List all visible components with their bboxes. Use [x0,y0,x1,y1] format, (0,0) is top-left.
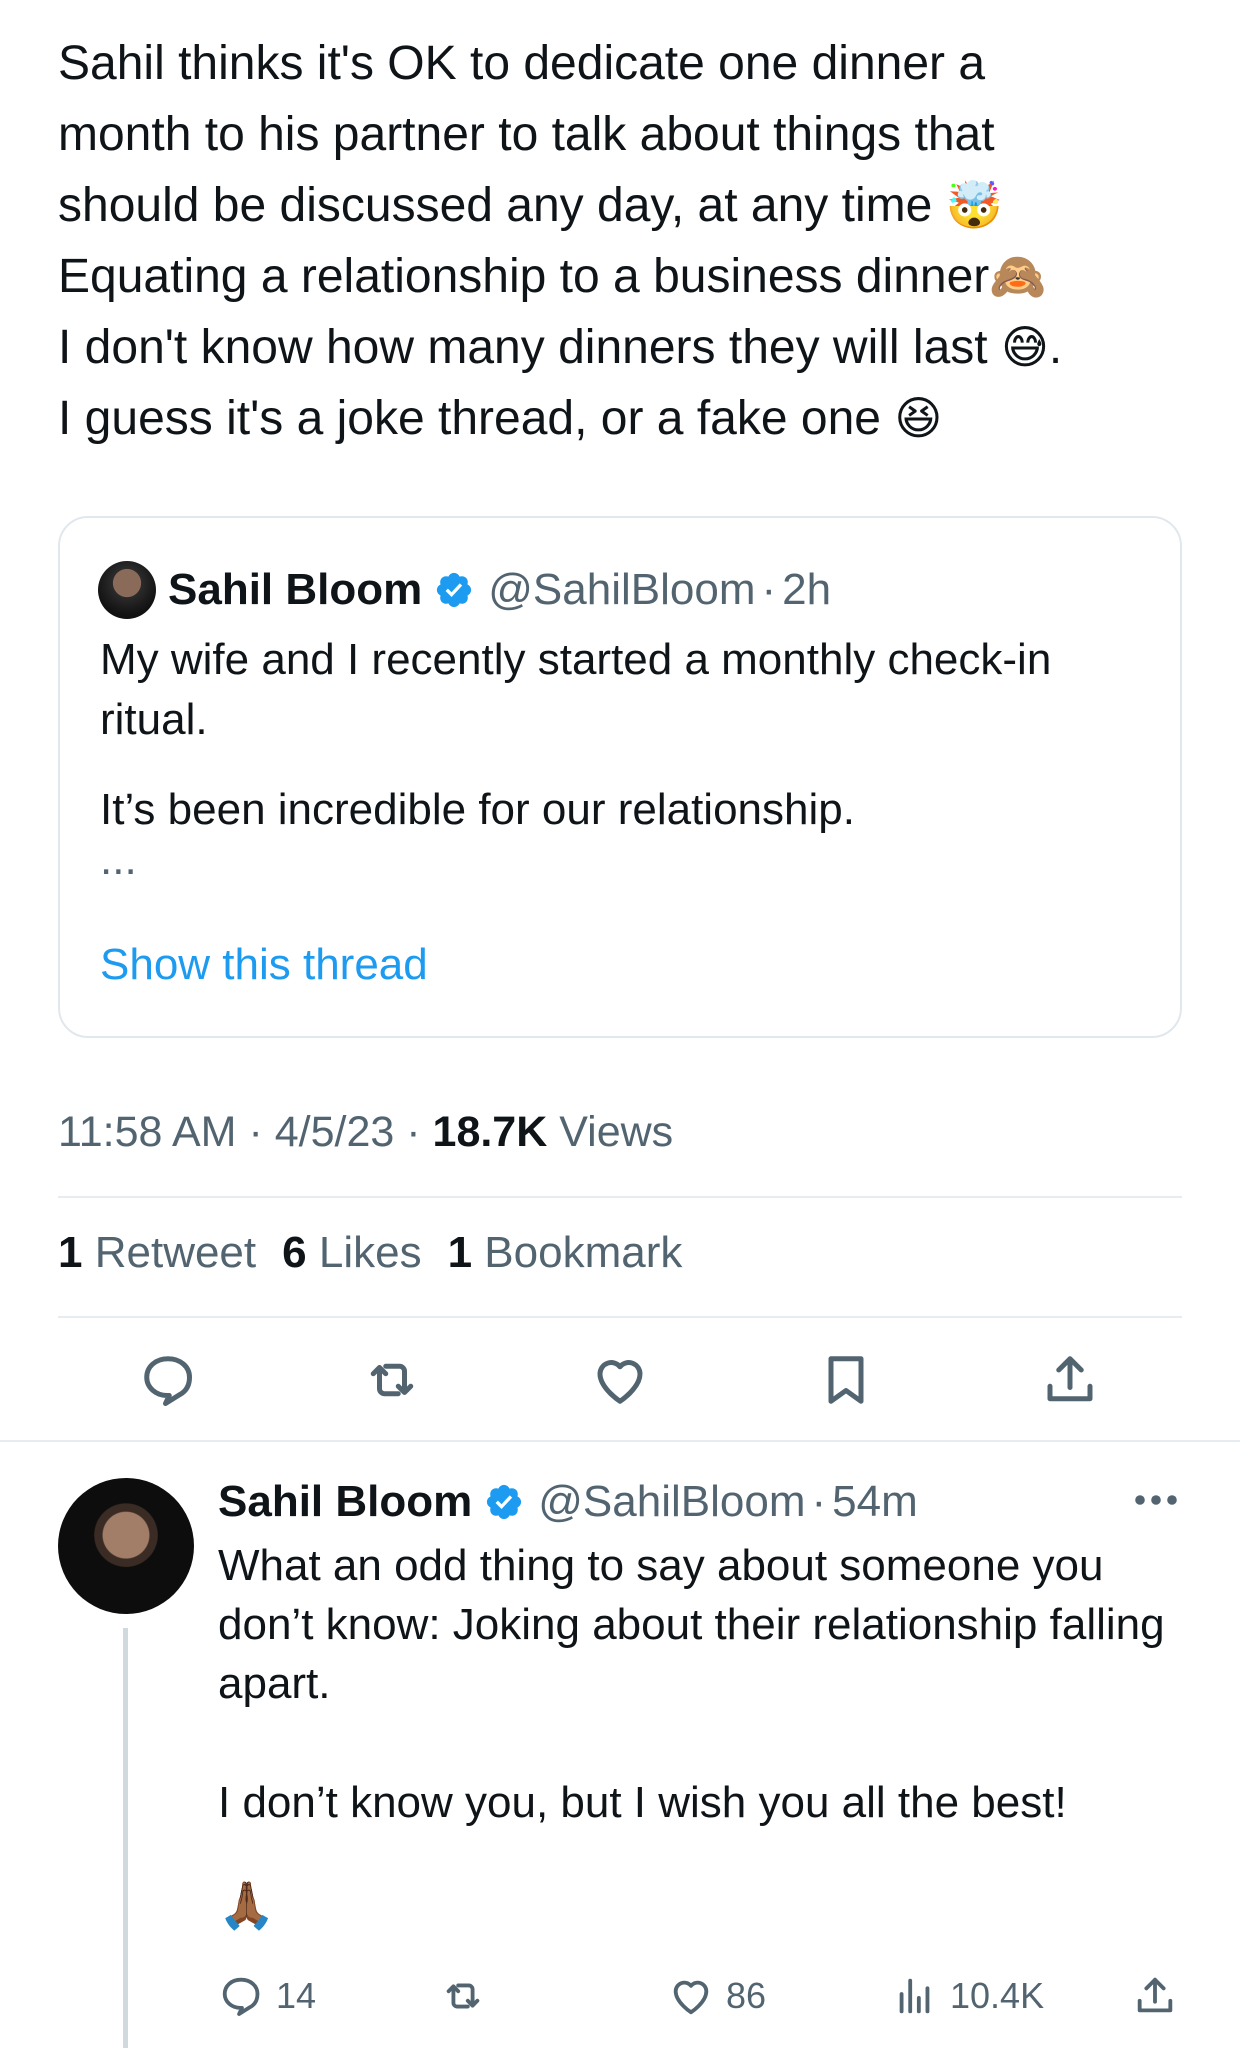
likes-label: Likes [318,1228,422,1277]
reply-action-bar: 14 86 10.4K [0,1966,1240,2036]
retweet-button[interactable] [440,1966,486,2026]
reply-body-line-2: I don’t know you, but I wish you all the… [218,1778,1067,1827]
tweet-meta: 11:58 AM · 4/5/23 · 18.7K Views [58,1108,673,1157]
share-icon[interactable] [1040,1350,1100,1410]
avatar[interactable] [98,561,156,619]
quoted-author-handle[interactable]: @SahilBloom [488,565,755,615]
views-button[interactable]: 10.4K [892,1966,1044,2026]
exploding-head-emoji: 🤯 [945,178,1003,232]
tweet-line-1: Sahil thinks it's OK to dedicate one din… [58,37,986,90]
reply-tweet[interactable]: Sahil Bloom @SahilBloom · 54m What an od… [0,1446,1240,2048]
meta-sep-2: · [406,1108,421,1156]
verified-badge-icon [437,572,472,608]
reply-icon[interactable] [138,1350,198,1410]
more-icon[interactable] [1134,1488,1178,1512]
retweets-stat[interactable]: 1 Retweet [58,1228,256,1278]
bookmark-icon[interactable] [816,1350,876,1410]
reply-button[interactable]: 14 [218,1966,316,2026]
tweet-line-2: month to his partner to talk about thing… [58,108,995,161]
views-label[interactable]: Views [559,1108,673,1156]
tweet-text: Sahil thinks it's OK to dedicate one din… [58,28,1198,454]
share-icon [1137,1977,1173,2013]
retweets-count: 1 [58,1228,83,1277]
separator-dot: · [761,565,777,614]
bookmarks-stat[interactable]: 1 Bookmark [448,1228,683,1278]
quoted-body-line-1: My wife and I recently started a monthly… [100,635,1052,744]
quoted-ellipsis: ... [100,835,137,884]
divider [0,1440,1240,1442]
avatar[interactable] [58,1478,194,1614]
tweet-line-4-text: Equating a relationship to a business di… [58,250,990,303]
tweet-line-5: I don't know how many dinners they will … [58,312,1198,383]
likes-count: 6 [282,1228,307,1277]
verified-badge-icon [487,1484,522,1520]
like-count: 86 [726,1975,767,2016]
likes-stat[interactable]: 6 Likes [282,1228,421,1278]
meta-sep-1: · [248,1108,263,1156]
quoted-author-name[interactable]: Sahil Bloom [168,565,422,615]
views-count: 18.7K [432,1108,548,1156]
divider [58,1316,1182,1318]
reply-body-line-1: What an odd thing to say about someone y… [218,1541,1165,1708]
tweet-line-6: I guess it's a joke thread, or a fake on… [58,383,1198,454]
tweet-line-4: Equating a relationship to a business di… [58,241,1198,312]
reply-author-name[interactable]: Sahil Bloom [218,1477,472,1527]
quoted-tweet-card[interactable]: Sahil Bloom @SahilBloom · 2h My wife and… [58,516,1182,1038]
bookmarks-count: 1 [447,1228,473,1277]
like-button[interactable]: 86 [668,1966,766,2026]
reply-header: Sahil Bloom @SahilBloom · 54m [218,1472,918,1532]
show-thread-link[interactable]: Show this thread [100,940,428,990]
tweet-time[interactable]: 11:58 AM [58,1108,237,1156]
tweet-line-3: should be discussed any day, at any time… [58,170,1198,241]
like-icon [673,1980,709,2015]
quoted-tweet-body: My wife and I recently started a monthly… [100,630,1160,884]
sweat-smile-emoji: 😅 [1000,320,1049,374]
quoted-timestamp[interactable]: 2h [782,565,831,615]
tweet-line-5-text: I don't know how many dinners they will … [58,321,988,374]
laughing-emoji: 😆 [894,391,943,445]
tweet-line-3-text: should be discussed any day, at any time [58,179,933,232]
views-count: 10.4K [950,1975,1045,2016]
see-no-evil-emoji: 🙈 [989,249,1047,303]
quoted-tweet-header: Sahil Bloom @SahilBloom · 2h [98,560,831,620]
tweet-action-bar [0,1350,1240,1420]
views-icon [899,1978,930,2014]
like-icon[interactable] [590,1350,650,1410]
tweet-line-5-period: . [1048,321,1063,374]
reply-body: What an odd thing to say about someone y… [218,1536,1178,1832]
retweet-icon [446,1983,480,2009]
tweet-date[interactable]: 4/5/23 [275,1108,395,1156]
reply-count: 14 [276,1975,317,2016]
share-button[interactable] [1132,1966,1178,2026]
tweet-line-6-text: I guess it's a joke thread, or a fake on… [58,392,881,445]
retweet-icon[interactable] [362,1350,422,1410]
folded-hands-emoji: 🙏🏾 [218,1878,276,1932]
reply-author-handle[interactable]: @SahilBloom [538,1477,805,1527]
divider [58,1196,1182,1198]
quoted-body-line-2: It’s been incredible for our relationshi… [100,785,855,834]
reply-timestamp[interactable]: 54m [832,1477,918,1527]
retweets-label: Retweet [94,1228,257,1277]
reply-icon [222,1977,260,2016]
engagement-stats: 1 Retweet 6 Likes 1 Bookmark [58,1228,682,1278]
bookmarks-label: Bookmark [484,1228,683,1277]
separator-dot: · [811,1477,827,1526]
